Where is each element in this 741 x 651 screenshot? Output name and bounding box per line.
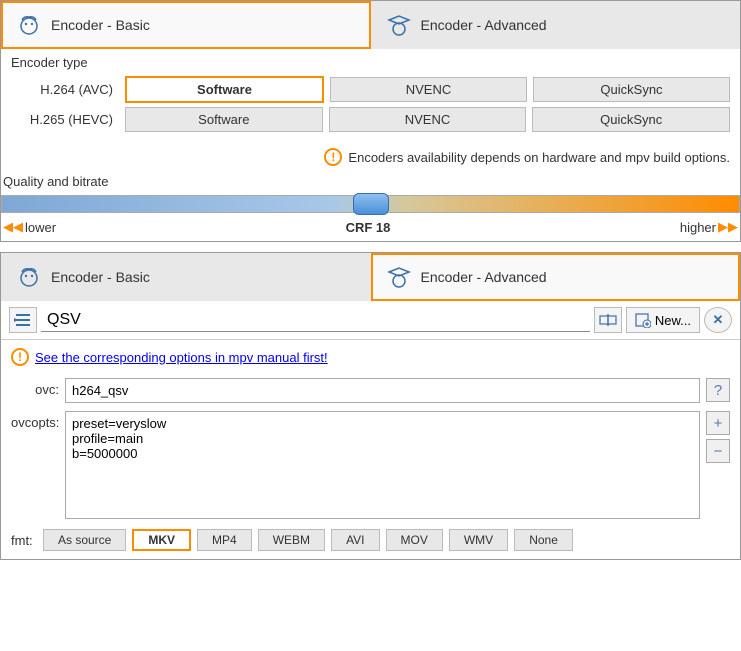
- ovc-help-button[interactable]: ?: [706, 378, 730, 402]
- warning-icon: !: [11, 348, 29, 366]
- new-preset-button[interactable]: New...: [626, 307, 700, 333]
- forward-icon: ▶▶: [718, 219, 738, 235]
- encoder-btn-nvenc[interactable]: NVENC: [330, 77, 527, 102]
- fmt-btn-none[interactable]: None: [514, 529, 573, 551]
- sheep-icon: [15, 263, 43, 291]
- quality-slider[interactable]: [1, 195, 740, 213]
- fmt-btn-wmv[interactable]: WMV: [449, 529, 508, 551]
- fmt-btn-mkv[interactable]: MKV: [132, 529, 191, 551]
- new-icon: [635, 312, 651, 328]
- mpv-manual-link[interactable]: See the corresponding options in mpv man…: [35, 350, 328, 365]
- tabs-row: Encoder - Basic Encoder - Advanced: [1, 253, 740, 301]
- quality-heading: Quality and bitrate: [1, 168, 740, 193]
- graduate-sheep-icon: [385, 11, 413, 39]
- ovcopts-remove-button[interactable]: −: [706, 439, 730, 463]
- quality-slider-area: ◀◀ lower CRF 18 higher ▶▶: [1, 195, 740, 241]
- warning-icon: !: [324, 148, 342, 166]
- encoder-type-section: Encoder type H.264 (AVC) Software NVENC …: [1, 49, 740, 142]
- higher-quality-button[interactable]: higher ▶▶: [680, 219, 738, 235]
- fmt-btn-webm[interactable]: WEBM: [258, 529, 325, 551]
- rewind-icon: ◀◀: [3, 219, 23, 235]
- tabs-row: Encoder - Basic Encoder - Advanced: [1, 1, 740, 49]
- tab-encoder-basic[interactable]: Encoder - Basic: [1, 1, 371, 49]
- fmt-btn-assource[interactable]: As source: [43, 529, 126, 551]
- sheep-icon: [15, 11, 43, 39]
- fmt-label: fmt:: [11, 533, 37, 548]
- tab-encoder-basic[interactable]: Encoder - Basic: [1, 253, 371, 301]
- ovc-label: ovc:: [11, 378, 59, 397]
- tab-label: Encoder - Advanced: [421, 17, 547, 33]
- crf-value: CRF 18: [346, 220, 391, 235]
- encoder-row-h264: H.264 (AVC) Software NVENC QuickSync: [11, 76, 730, 103]
- encoder-btn-quicksync[interactable]: QuickSync: [533, 77, 730, 102]
- slider-thumb[interactable]: [353, 193, 389, 215]
- encoder-btn-software[interactable]: Software: [125, 107, 323, 132]
- fmt-row: fmt: As source MKV MP4 WEBM AVI MOV WMV …: [1, 523, 740, 559]
- ovcopts-add-button[interactable]: +: [706, 411, 730, 435]
- hardware-warning-row: ! Encoders availability depends on hardw…: [1, 142, 740, 168]
- delete-preset-button[interactable]: ✕: [704, 307, 732, 333]
- ovcopts-row: ovcopts: + −: [1, 407, 740, 523]
- tab-label: Encoder - Basic: [51, 17, 150, 33]
- encoder-type-heading: Encoder type: [11, 55, 730, 70]
- fmt-btn-avi[interactable]: AVI: [331, 529, 379, 551]
- ovc-input[interactable]: [65, 378, 700, 403]
- preset-list-button[interactable]: [9, 307, 37, 333]
- encoder-btn-quicksync[interactable]: QuickSync: [532, 107, 730, 132]
- preset-toolbar: New... ✕: [1, 301, 740, 340]
- graduate-sheep-icon: [385, 263, 413, 291]
- fmt-btn-mov[interactable]: MOV: [386, 529, 443, 551]
- rename-icon: [599, 312, 617, 328]
- lower-quality-button[interactable]: ◀◀ lower: [3, 219, 56, 235]
- encoder-advanced-panel: Encoder - Basic Encoder - Advanced New..…: [0, 252, 741, 560]
- slider-labels: ◀◀ lower CRF 18 higher ▶▶: [1, 219, 740, 241]
- tab-encoder-advanced[interactable]: Encoder - Advanced: [371, 1, 741, 49]
- codec-label: H.265 (HEVC): [11, 112, 119, 127]
- tab-label: Encoder - Basic: [51, 269, 150, 285]
- warning-text: Encoders availability depends on hardwar…: [348, 150, 730, 165]
- fmt-btn-mp4[interactable]: MP4: [197, 529, 252, 551]
- close-icon: ✕: [713, 312, 724, 328]
- ovcopts-textarea[interactable]: [65, 411, 700, 519]
- rename-button[interactable]: [594, 307, 622, 333]
- codec-label: H.264 (AVC): [11, 82, 119, 97]
- ovc-row: ovc: ?: [1, 374, 740, 407]
- encoder-btn-nvenc[interactable]: NVENC: [329, 107, 527, 132]
- list-icon: [14, 312, 32, 328]
- new-label: New...: [655, 313, 691, 328]
- manual-hint-row: ! See the corresponding options in mpv m…: [1, 340, 740, 374]
- preset-name-input[interactable]: [41, 309, 590, 332]
- encoder-basic-panel: Encoder - Basic Encoder - Advanced Encod…: [0, 0, 741, 242]
- tab-label: Encoder - Advanced: [421, 269, 547, 285]
- encoder-btn-software[interactable]: Software: [125, 76, 324, 103]
- ovcopts-label: ovcopts:: [11, 411, 59, 430]
- higher-label: higher: [680, 220, 716, 235]
- encoder-row-h265: H.265 (HEVC) Software NVENC QuickSync: [11, 107, 730, 132]
- tab-encoder-advanced[interactable]: Encoder - Advanced: [371, 253, 741, 301]
- lower-label: lower: [25, 220, 56, 235]
